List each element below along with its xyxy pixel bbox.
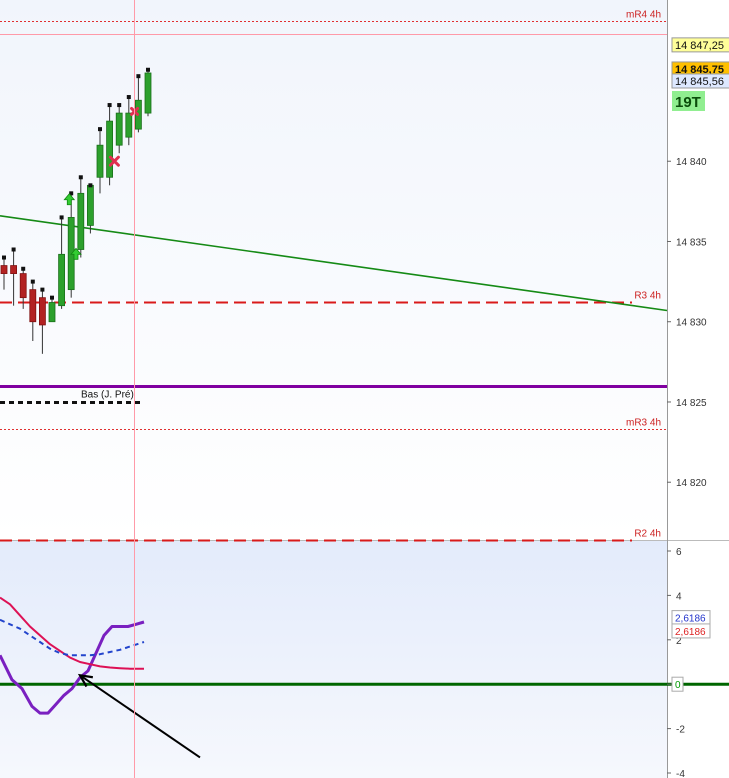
price-badge-label-0: 14 847,25 xyxy=(675,40,724,52)
candle-high-dot-2 xyxy=(21,266,26,271)
candle-high-dot-0 xyxy=(2,255,6,260)
timer-badge-label: 19T xyxy=(675,94,701,111)
trading-chart: mR4 4h R3 4h mR3 4h R2 4h Bas (J. Pré) 14 84… xyxy=(0,0,729,778)
level-label-1: R3 4h xyxy=(634,291,661,302)
price-tick-label-1: 14 835 xyxy=(676,237,707,248)
candle-body-2 xyxy=(19,273,27,299)
candle-high-dot-8 xyxy=(78,175,83,180)
osc-badge-label-0: 2,6186 xyxy=(675,614,706,625)
candle-body-5 xyxy=(48,302,56,323)
candle-body-0 xyxy=(0,265,8,274)
candle-body-9 xyxy=(87,184,94,226)
osc-tick-label-0: 6 xyxy=(676,547,682,558)
candle-high-dot-12 xyxy=(117,103,122,108)
price-tick-label-3: 14 825 xyxy=(676,398,707,409)
candle-body-12 xyxy=(115,112,123,146)
osc-badge-label-2: 0 xyxy=(675,680,681,691)
candle-body-1 xyxy=(10,265,18,274)
price-panel-background xyxy=(0,0,667,540)
candle-high-dot-5 xyxy=(50,295,54,300)
osc-tick-label-4: -2 xyxy=(676,725,685,736)
level-label-2: mR3 4h xyxy=(626,418,661,429)
candle-body-6 xyxy=(58,253,65,307)
price-badge-label-2: 14 845,56 xyxy=(675,76,724,88)
osc-badge-label-1: 2,6186 xyxy=(675,627,706,638)
candle-body-15 xyxy=(144,72,152,114)
candle-high-dot-3 xyxy=(30,279,35,284)
osc-tick-label-5: -4 xyxy=(676,769,685,778)
level-label-3: R2 4h xyxy=(634,529,661,540)
level-label-5: Bas (J. Pré) xyxy=(81,390,134,401)
candle-high-dot-14 xyxy=(136,74,141,79)
candle-high-dot-11 xyxy=(107,103,112,108)
candle-high-dot-6 xyxy=(59,215,64,220)
candle-body-11 xyxy=(106,120,113,178)
price-tick-label-0: 14 840 xyxy=(676,157,707,168)
axis-background xyxy=(667,0,729,778)
level-label-0: mR4 4h xyxy=(626,10,661,21)
candle-high-dot-10 xyxy=(98,127,102,132)
price-tick-label-4: 14 820 xyxy=(676,478,707,489)
candle-body-13 xyxy=(125,112,133,138)
candle-high-dot-1 xyxy=(11,247,16,252)
candle-body-8 xyxy=(77,192,85,250)
oscillator-panel-background xyxy=(0,541,667,778)
osc-tick-label-1: 4 xyxy=(676,591,682,602)
price-tick-label-2: 14 830 xyxy=(676,318,707,329)
candle-body-10 xyxy=(96,144,104,178)
candle-body-3 xyxy=(29,289,37,323)
candle-high-dot-13 xyxy=(126,95,131,100)
candle-high-dot-15 xyxy=(146,67,150,72)
candle-body-4 xyxy=(39,297,46,326)
candle-high-dot-9 xyxy=(88,183,93,188)
candle-high-dot-4 xyxy=(40,287,45,292)
